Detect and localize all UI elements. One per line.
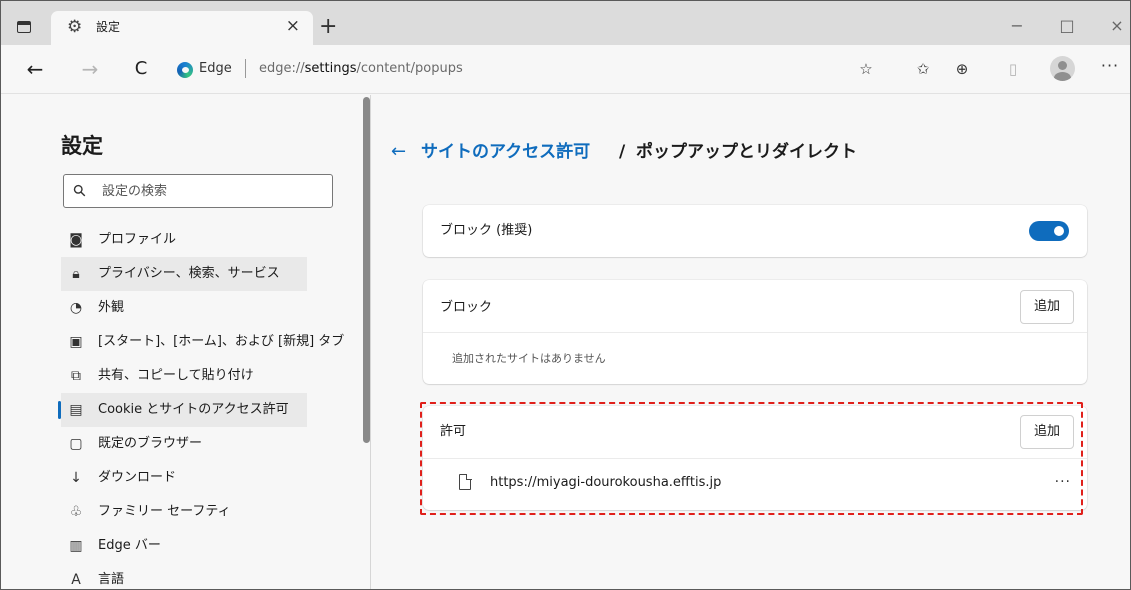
- page-title: 設定: [61, 134, 103, 158]
- sidebar-item-share[interactable]: ⧉ 共有、コピーして貼り付け: [61, 359, 307, 393]
- breadcrumb-separator: /: [619, 142, 626, 162]
- sidebar-item-label: Cookie とサイトのアクセス許可: [98, 402, 289, 417]
- sidebar-item-label: 共有、コピーして貼り付け: [98, 368, 254, 383]
- home-tab-icon: ▣: [69, 334, 83, 350]
- block-list-card: ブロック 追加 追加されたサイトはありません: [423, 280, 1087, 384]
- tab-bar: ⚙ 設定 × + − □ ×: [1, 1, 1130, 45]
- sidebar-item-language[interactable]: A 言語: [61, 563, 307, 589]
- sidebar-item-label: 外観: [98, 300, 125, 315]
- refresh-button[interactable]: C: [129, 57, 153, 81]
- tab-settings[interactable]: ⚙ 設定 ×: [51, 11, 313, 45]
- sidebar-item-label: プライバシー、検索、サービス: [98, 266, 280, 281]
- url-path: settings: [304, 61, 357, 76]
- forward-button: →: [81, 57, 99, 81]
- sidebar-scrollbar[interactable]: [363, 97, 370, 443]
- url-field[interactable]: edge://settings/content/popups: [259, 60, 463, 78]
- lock-icon: 🔒︎: [72, 266, 80, 282]
- highlight-annotation: [420, 402, 1083, 515]
- back-button[interactable]: ←: [23, 57, 47, 81]
- read-aloud-icon[interactable]: ▯: [1000, 56, 1026, 82]
- site-permissions-icon: ▤: [69, 402, 83, 418]
- settings-sidebar: 設定 ⚲ ◙ プロファイル 🔒︎ プライバシー、検索、サービス ◔ 外観 ▣ [スタート]、[…: [1, 95, 367, 589]
- maximize-button[interactable]: □: [1047, 14, 1087, 38]
- block-recommended-label: ブロック (推奨): [440, 223, 533, 238]
- block-empty-text: 追加されたサイトはありません: [452, 352, 606, 365]
- close-window-button[interactable]: ×: [1097, 14, 1130, 38]
- main-content: ← サイトのアクセス許可 / ポップアップとリダイレクト ブロック (推奨) ブ…: [371, 95, 1130, 589]
- selected-indicator: [58, 401, 61, 419]
- url-suffix: /content/popups: [356, 61, 463, 76]
- edge-logo-icon: [177, 62, 193, 78]
- tab-title: 設定: [96, 20, 121, 34]
- breadcrumb-current: ポップアップとリダイレクト: [636, 142, 857, 162]
- sidebar-nav: ◙ プロファイル 🔒︎ プライバシー、検索、サービス ◔ 外観 ▣ [スタート]、[ホーム]、…: [58, 223, 344, 589]
- family-icon: ♧: [69, 504, 83, 520]
- search-box[interactable]: ⚲: [63, 174, 333, 208]
- sidebar-item-lock[interactable]: 🔒︎ プライバシー、検索、サービス: [61, 257, 307, 291]
- sidebar-item-family[interactable]: ♧ ファミリー セーフティ: [61, 495, 307, 529]
- new-tab-icon[interactable]: +: [319, 16, 337, 38]
- sidebar-item-label: [スタート]、[ホーム]、および [新規] タブ: [98, 334, 345, 349]
- collections-icon[interactable]: ⊕: [949, 56, 975, 82]
- tab-actions-icon[interactable]: [17, 21, 31, 33]
- sidebar-item-label: ダウンロード: [98, 470, 177, 485]
- default-browser-icon: ▢: [69, 436, 83, 452]
- favorites-icon[interactable]: ✩: [910, 56, 936, 82]
- gear-icon: ⚙: [67, 17, 83, 37]
- share-icon: ⧉: [71, 368, 81, 384]
- back-arrow-icon[interactable]: ←: [391, 140, 406, 164]
- url-separator: [245, 59, 246, 78]
- address-bar: ← → C Edge edge://settings/content/popup…: [1, 45, 1130, 94]
- sidebar-item-edge-bar[interactable]: ▥ Edge バー: [61, 529, 307, 563]
- sidebar-item-label: プロファイル: [98, 232, 177, 247]
- breadcrumb-parent-link[interactable]: サイトのアクセス許可: [421, 140, 590, 164]
- language-icon: A: [71, 572, 81, 588]
- profile-icon[interactable]: [1050, 56, 1075, 81]
- appearance-icon: ◔: [69, 300, 83, 316]
- row-divider: [423, 332, 1087, 333]
- minimize-button[interactable]: −: [997, 14, 1037, 38]
- sidebar-item-site-permissions[interactable]: ▤ Cookie とサイトのアクセス許可: [58, 393, 307, 427]
- url-prefix: edge://: [259, 61, 305, 76]
- search-icon: ⚲: [68, 179, 91, 202]
- sidebar-item-profile[interactable]: ◙ プロファイル: [61, 223, 307, 257]
- sidebar-item-label: Edge バー: [98, 538, 161, 553]
- search-input[interactable]: [102, 181, 322, 201]
- add-favorite-icon[interactable]: ☆: [853, 56, 879, 82]
- block-toggle-card: ブロック (推奨): [423, 205, 1087, 257]
- sidebar-item-default-browser[interactable]: ▢ 既定のブラウザー: [61, 427, 307, 461]
- browser-window: ⚙ 設定 × + − □ × ← → C Edge edge://setting…: [0, 0, 1131, 590]
- sidebar-item-home-tab[interactable]: ▣ [スタート]、[ホーム]、および [新規] タブ: [61, 325, 344, 359]
- block-add-button[interactable]: 追加: [1020, 290, 1074, 324]
- more-icon[interactable]: ···: [1097, 56, 1123, 82]
- sidebar-item-label: 既定のブラウザー: [98, 436, 203, 451]
- sidebar-item-download[interactable]: ↓ ダウンロード: [61, 461, 307, 495]
- sidebar-item-appearance[interactable]: ◔ 外観: [61, 291, 307, 325]
- edge-bar-icon: ▥: [69, 538, 83, 554]
- profile-icon: ◙: [69, 232, 83, 248]
- close-tab-icon[interactable]: ×: [286, 16, 300, 36]
- sidebar-item-label: ファミリー セーフティ: [98, 504, 231, 519]
- download-icon: ↓: [70, 470, 82, 486]
- block-popups-toggle[interactable]: [1029, 221, 1069, 241]
- url-origin: Edge: [199, 61, 232, 76]
- block-section-label: ブロック: [440, 300, 493, 315]
- sidebar-item-label: 言語: [98, 572, 125, 587]
